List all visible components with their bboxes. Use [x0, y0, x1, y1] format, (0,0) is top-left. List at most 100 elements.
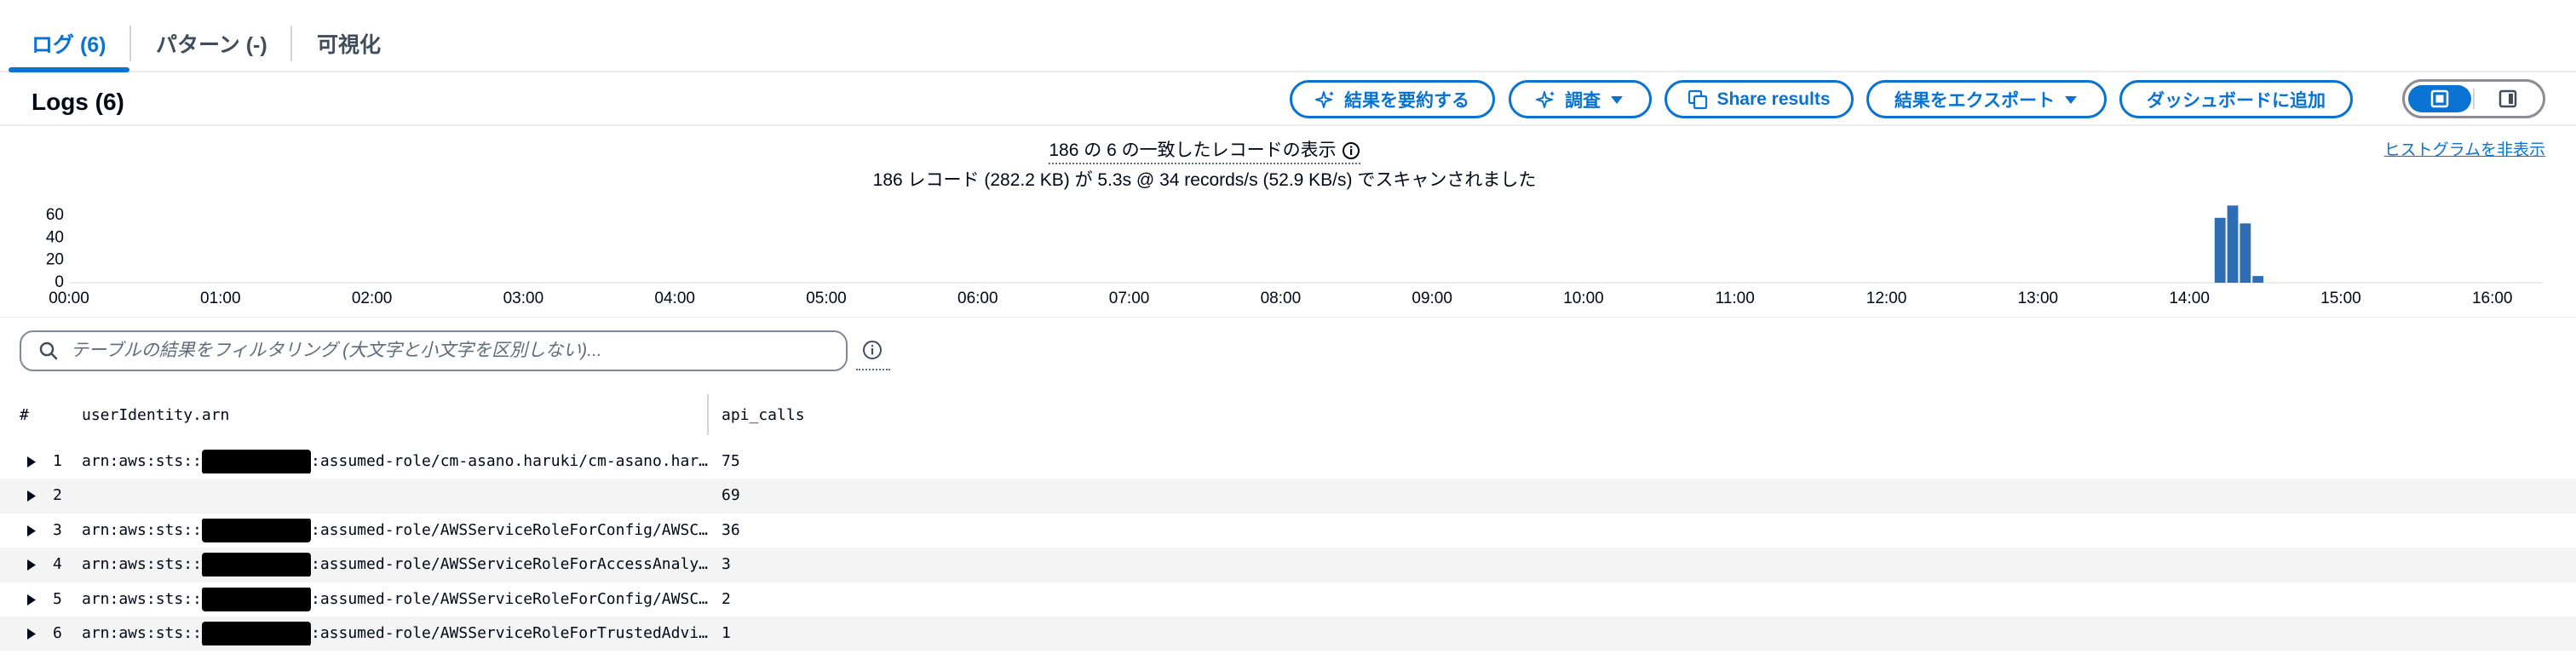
page-title: Logs (6) [32, 89, 124, 115]
redaction-box [201, 553, 311, 577]
arn-prefix: arn:aws:sts:: [82, 624, 202, 642]
scanned-records-text: 186 レコード (282.2 KB) が 5.3s @ 34 records/… [872, 170, 1537, 190]
info-icon [1342, 142, 1360, 159]
export-results-button[interactable]: 結果をエクスポート [1866, 80, 2107, 118]
redaction-box [201, 622, 311, 645]
table-row[interactable]: 4 arn:aws:sts:::assumed-role/AWSServiceR… [0, 548, 2576, 582]
column-resize-handle[interactable] [707, 394, 709, 435]
tab-visualization-label: 可視化 [317, 32, 382, 57]
table-row[interactable]: 2 69 [0, 479, 2576, 513]
histogram-bar[interactable] [2227, 205, 2239, 283]
export-results-label: 結果をエクスポート [1894, 90, 2056, 111]
x-tick-label: 05:00 [806, 290, 847, 307]
caret-right-icon[interactable] [26, 559, 37, 571]
header-divider [0, 124, 2576, 126]
x-tick-label: 13:00 [2018, 290, 2059, 307]
table-row[interactable]: 6 arn:aws:sts:::assumed-role/AWSServiceR… [0, 617, 2576, 651]
tab-logs-label: ログ (6) [32, 32, 106, 57]
api-calls-value: 75 [722, 452, 740, 470]
info-icon[interactable] [862, 340, 883, 360]
caret-right-icon[interactable] [26, 628, 37, 640]
view-toggle [2402, 79, 2545, 118]
x-tick-label: 04:00 [654, 290, 695, 307]
row-index: 6 [53, 624, 62, 642]
x-tick-label: 14:00 [2169, 290, 2210, 307]
y-tick-label: 60 [46, 206, 64, 224]
x-tick-label: 03:00 [503, 290, 544, 307]
api-calls-value: 3 [722, 555, 731, 574]
row-index: 2 [53, 486, 62, 505]
summarize-results-label: 結果を要約する [1344, 90, 1469, 111]
matched-records-popover-trigger[interactable]: 186 の 6 の一致したレコードの表示 [1049, 139, 1360, 164]
x-tick-label: 10:00 [1563, 290, 1604, 307]
caret-down-icon [2065, 95, 2078, 104]
x-tick-label: 00:00 [49, 290, 89, 307]
tab-patterns-label: パターン (-) [156, 32, 267, 57]
arn-suffix: :assumed-role/AWSServiceRoleForAccessAna… [311, 555, 708, 574]
user-identity-arn: arn:aws:sts:::assumed-role/AWSServiceRol… [82, 587, 708, 611]
tab-separator [129, 26, 131, 61]
caret-right-icon[interactable] [26, 490, 37, 502]
column-header-user-identity-arn: userIdentity.arn [82, 406, 230, 424]
table-filter [20, 330, 848, 371]
x-tick-label: 08:00 [1261, 290, 1302, 307]
x-tick-label: 06:00 [957, 290, 998, 307]
api-calls-value: 2 [722, 589, 731, 608]
share-results-label: Share results [1716, 89, 1831, 109]
histogram-bar[interactable] [2214, 217, 2226, 283]
results-tabs: ログ (6) パターン (-) 可視化 [0, 0, 2576, 72]
user-identity-arn: arn:aws:sts:::assumed-role/cm-asano.haru… [82, 450, 708, 473]
x-tick-label: 12:00 [1866, 290, 1907, 307]
add-to-dashboard-button[interactable]: ダッシュボードに追加 [2119, 80, 2353, 118]
table-row[interactable]: 1 arn:aws:sts:::assumed-role/cm-asano.ha… [0, 445, 2576, 479]
table-row[interactable]: 5 arn:aws:sts:::assumed-role/AWSServiceR… [0, 582, 2576, 617]
histogram-bar[interactable] [2240, 223, 2251, 283]
bottom-panel-icon [2430, 89, 2449, 108]
api-calls-value: 1 [722, 624, 731, 642]
row-index: 5 [53, 589, 62, 608]
toggle-divider [2473, 89, 2475, 109]
row-index: 4 [53, 555, 62, 574]
copy-icon [1688, 89, 1708, 109]
sparkle-icon [1536, 90, 1555, 108]
x-tick-label: 07:00 [1109, 290, 1150, 307]
histogram-chart: 60 40 20 000:00 01:00 02:00 03:00 04:00 05:00 06:… [46, 205, 2543, 307]
caret-down-icon [1611, 95, 1623, 104]
share-results-button[interactable]: Share results [1665, 80, 1854, 118]
tab-separator [290, 26, 292, 61]
investigate-button[interactable]: 調査 [1509, 80, 1652, 118]
summarize-results-button[interactable]: 結果を要約する [1290, 80, 1495, 118]
api-calls-value: 36 [722, 520, 740, 539]
table-row[interactable]: 3 arn:aws:sts:::assumed-role/AWSServiceR… [0, 513, 2576, 548]
toggle-bottom-panel[interactable] [2408, 85, 2471, 112]
x-tick-label: 02:00 [352, 290, 393, 307]
arn-suffix: :assumed-role/AWSServiceRoleForConfig/AW… [311, 520, 708, 539]
y-tick-label: 0 [55, 273, 64, 291]
info-underline [856, 369, 890, 370]
tab-visualization[interactable]: 可視化 [317, 0, 381, 72]
column-header-api-calls: api_calls [722, 406, 805, 424]
toggle-side-panel[interactable] [2476, 85, 2539, 112]
user-identity-arn: arn:aws:sts:::assumed-role/AWSServiceRol… [82, 553, 708, 577]
redaction-box [201, 587, 311, 611]
matched-records-summary: 186 の 6 の一致したレコードの表示 [0, 139, 2409, 164]
caret-right-icon[interactable] [26, 456, 37, 468]
y-tick-label: 20 [46, 251, 64, 269]
column-header-index: # [20, 406, 29, 424]
tab-patterns[interactable]: パターン (-) [156, 0, 267, 72]
tab-logs[interactable]: ログ (6) [32, 0, 106, 72]
x-tick-label: 01:00 [200, 290, 241, 307]
search-icon [39, 341, 58, 360]
arn-suffix: :assumed-role/AWSServiceRoleForConfig/AW… [311, 589, 708, 608]
user-identity-arn: arn:aws:sts:::assumed-role/AWSServiceRol… [82, 622, 708, 645]
caret-right-icon[interactable] [26, 525, 37, 537]
add-to-dashboard-label: ダッシュボードに追加 [2147, 90, 2326, 111]
hide-histogram-link[interactable]: ヒストグラムを非表示 [2384, 140, 2545, 162]
filter-input[interactable] [20, 330, 848, 371]
arn-suffix: :assumed-role/AWSServiceRoleForTrustedAd… [311, 624, 708, 642]
active-tab-indicator [9, 67, 129, 72]
arn-prefix: arn:aws:sts:: [82, 520, 202, 539]
histogram-divider [0, 317, 2576, 318]
caret-right-icon[interactable] [26, 594, 37, 606]
histogram-bar[interactable] [2252, 276, 2264, 283]
